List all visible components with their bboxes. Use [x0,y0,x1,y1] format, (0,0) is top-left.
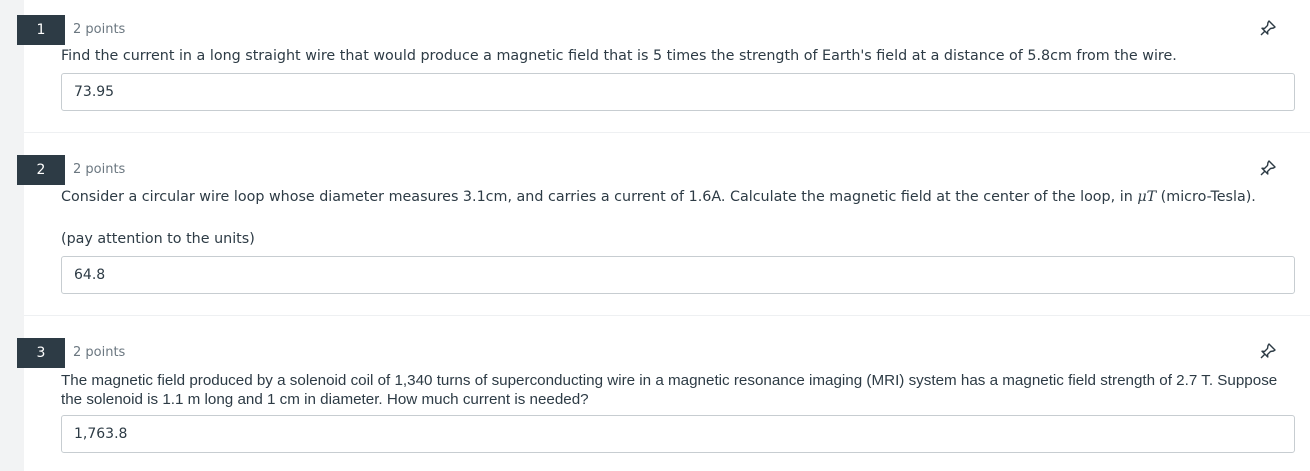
question-points: 2 points [73,162,126,177]
answer-input[interactable] [61,256,1295,294]
question-points: 2 points [73,345,126,360]
question-number: 3 [17,338,65,368]
pin-icon[interactable] [1258,18,1278,38]
question-text: Consider a circular wire loop whose diam… [61,188,1291,207]
pin-icon[interactable] [1258,158,1278,178]
question-3: 3 2 points The magnetic field produced b… [17,316,1310,471]
question-text-end: (micro-Tesla). [1156,189,1256,205]
question-1: 1 2 points Find the current in a long st… [17,0,1310,132]
quiz-sheet: 1 2 points Find the current in a long st… [17,0,1310,471]
question-points: 2 points [73,22,126,37]
question-text: Find the current in a long straight wire… [61,48,1177,64]
divider [24,315,1310,316]
question-number: 2 [17,155,65,185]
question-text: The magnetic field produced by a solenoi… [61,372,1278,408]
math-unit: μT [1137,189,1157,205]
question-text-start: Consider a circular wire loop whose diam… [61,189,1138,205]
divider [24,132,1310,133]
answer-input[interactable] [61,73,1295,111]
pin-icon[interactable] [1258,341,1278,361]
question-2: 2 2 points Consider a circular wire loop… [17,133,1310,315]
question-note: (pay attention to the units) [61,231,255,247]
answer-input[interactable] [61,415,1295,453]
question-number: 1 [17,15,65,45]
